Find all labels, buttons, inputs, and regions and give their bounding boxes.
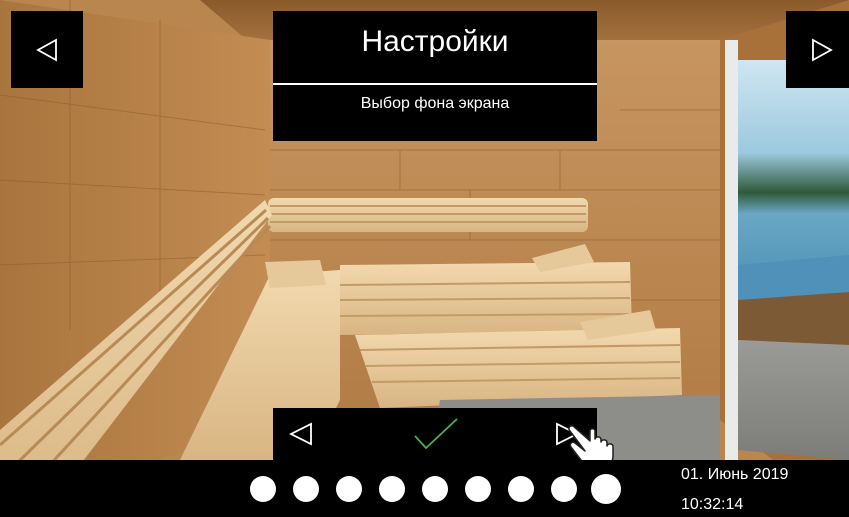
triangle-right-icon (812, 37, 833, 62)
background-dot-7[interactable] (508, 476, 534, 502)
time-display: 10:32:14 (681, 496, 744, 513)
background-dot-4[interactable] (379, 476, 405, 502)
triangle-left-icon (36, 37, 57, 62)
background-selector-controls (273, 408, 597, 460)
background-dot-6[interactable] (465, 476, 491, 502)
previous-page-button[interactable] (11, 11, 83, 88)
background-dot-1[interactable] (250, 476, 276, 502)
page-subtitle: Выбор фона экрана (360, 95, 510, 112)
previous-background-button[interactable] (287, 420, 315, 448)
title-divider (273, 83, 597, 85)
screen: Настройки Выбор фона экрана 01. Июнь 201… (0, 0, 849, 517)
background-dot-9[interactable] (591, 474, 621, 504)
date-display: 01. Июнь 2019 (681, 466, 789, 483)
confirm-background-button[interactable] (412, 416, 460, 452)
background-dot-5[interactable] (422, 476, 448, 502)
next-page-button[interactable] (786, 11, 849, 88)
background-dot-8[interactable] (551, 476, 577, 502)
title-panel: Настройки Выбор фона экрана (273, 11, 597, 141)
status-bar: 01. Июнь 2019 10:32:14 (0, 460, 849, 517)
page-title: Настройки (361, 25, 509, 58)
background-dot-2[interactable] (293, 476, 319, 502)
background-dot-3[interactable] (336, 476, 362, 502)
